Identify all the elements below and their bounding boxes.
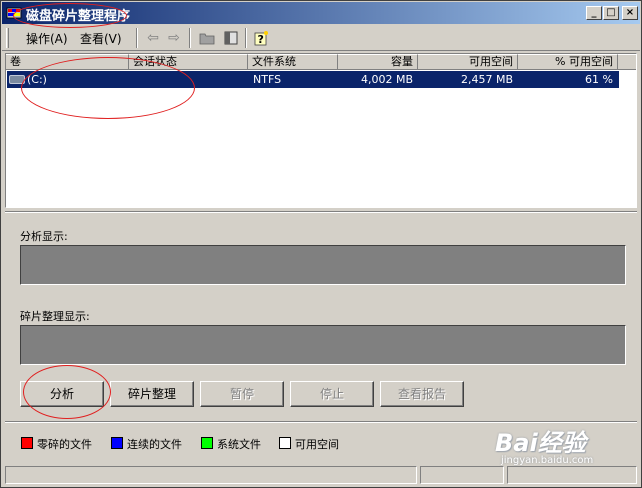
folder-icon[interactable] <box>199 30 215 46</box>
svg-text:?: ? <box>258 33 264 46</box>
analysis-display <box>20 245 626 285</box>
legend-label-contiguous: 连续的文件 <box>127 438 182 451</box>
menu-view[interactable]: 查看(V) <box>80 30 122 47</box>
cell-file-system: NTFS <box>253 73 282 86</box>
legend-label-free: 可用空间 <box>295 438 339 451</box>
defrag-app-icon <box>6 7 22 19</box>
forward-arrow-icon[interactable]: ⇨ <box>166 30 182 46</box>
defragment-button[interactable]: 碎片整理 <box>110 381 194 407</box>
pause-button[interactable]: 暂停 <box>200 381 284 407</box>
defrag-display <box>20 325 626 365</box>
maximize-button[interactable]: □ <box>603 6 619 20</box>
toolbar-separator <box>136 28 138 48</box>
analyze-button[interactable]: 分析 <box>20 381 104 407</box>
properties-icon[interactable] <box>223 30 239 46</box>
menu-toolbar: 操作(A) 查看(V) ⇦ ⇨ ? <box>2 25 640 51</box>
minimize-button[interactable]: _ <box>586 6 602 20</box>
help-icon[interactable]: ? <box>253 30 269 46</box>
cell-capacity: 4,002 MB <box>360 73 413 86</box>
close-button[interactable]: × <box>622 6 638 20</box>
title-bar[interactable]: 磁盘碎片整理程序 _ □ × <box>2 2 640 24</box>
column-header-capacity[interactable]: 容量 <box>338 54 418 70</box>
panel-divider <box>5 211 637 213</box>
column-header-session-status[interactable]: 会话状态 <box>129 54 248 70</box>
menu-grip <box>6 28 9 48</box>
window-title: 磁盘碎片整理程序 <box>26 9 131 24</box>
column-header-free-space[interactable]: 可用空间 <box>418 54 518 70</box>
legend-swatch-free <box>279 437 291 449</box>
defrag-display-label: 碎片整理显示: <box>20 310 90 323</box>
legend-swatch-system <box>201 437 213 449</box>
back-arrow-icon[interactable]: ⇦ <box>145 30 161 46</box>
defrag-window: 磁盘碎片整理程序 _ □ × 操作(A) 查看(V) ⇦ ⇨ ? 卷 会话状态 <box>0 0 642 488</box>
view-report-button[interactable]: 查看报告 <box>380 381 464 407</box>
hard-drive-icon <box>9 75 25 84</box>
legend-label-system: 系统文件 <box>217 438 261 451</box>
table-row[interactable]: (C:) NTFS 4,002 MB 2,457 MB 61 % <box>7 71 619 88</box>
column-header-file-system[interactable]: 文件系统 <box>248 54 338 70</box>
watermark: Bai经验 jingyan.baidu.com <box>495 419 635 471</box>
cell-volume: (C:) <box>27 73 47 86</box>
column-header-filler <box>618 54 636 70</box>
column-header-volume[interactable]: 卷 <box>6 54 129 70</box>
toolbar-separator <box>189 28 191 48</box>
status-bar-main <box>5 466 417 484</box>
stop-button[interactable]: 停止 <box>290 381 374 407</box>
volume-list-header: 卷 会话状态 文件系统 容量 可用空间 % 可用空间 <box>6 54 636 70</box>
watermark-brand: Bai经验 <box>495 429 586 457</box>
column-header-percent-free[interactable]: % 可用空间 <box>518 54 618 70</box>
analysis-display-label: 分析显示: <box>20 230 68 243</box>
toolbar-separator <box>245 28 247 48</box>
cell-free-space: 2,457 MB <box>460 73 513 86</box>
legend-swatch-contiguous <box>111 437 123 449</box>
legend-label-fragmented: 零碎的文件 <box>37 438 92 451</box>
legend-swatch-fragmented <box>21 437 33 449</box>
menu-action[interactable]: 操作(A) <box>26 30 68 47</box>
status-bar-pane <box>420 466 504 484</box>
cell-percent-free: 61 % <box>585 73 613 86</box>
watermark-url: jingyan.baidu.com <box>501 455 594 466</box>
volume-list[interactable]: 卷 会话状态 文件系统 容量 可用空间 % 可用空间 (C:) NTFS 4,0… <box>5 53 637 208</box>
